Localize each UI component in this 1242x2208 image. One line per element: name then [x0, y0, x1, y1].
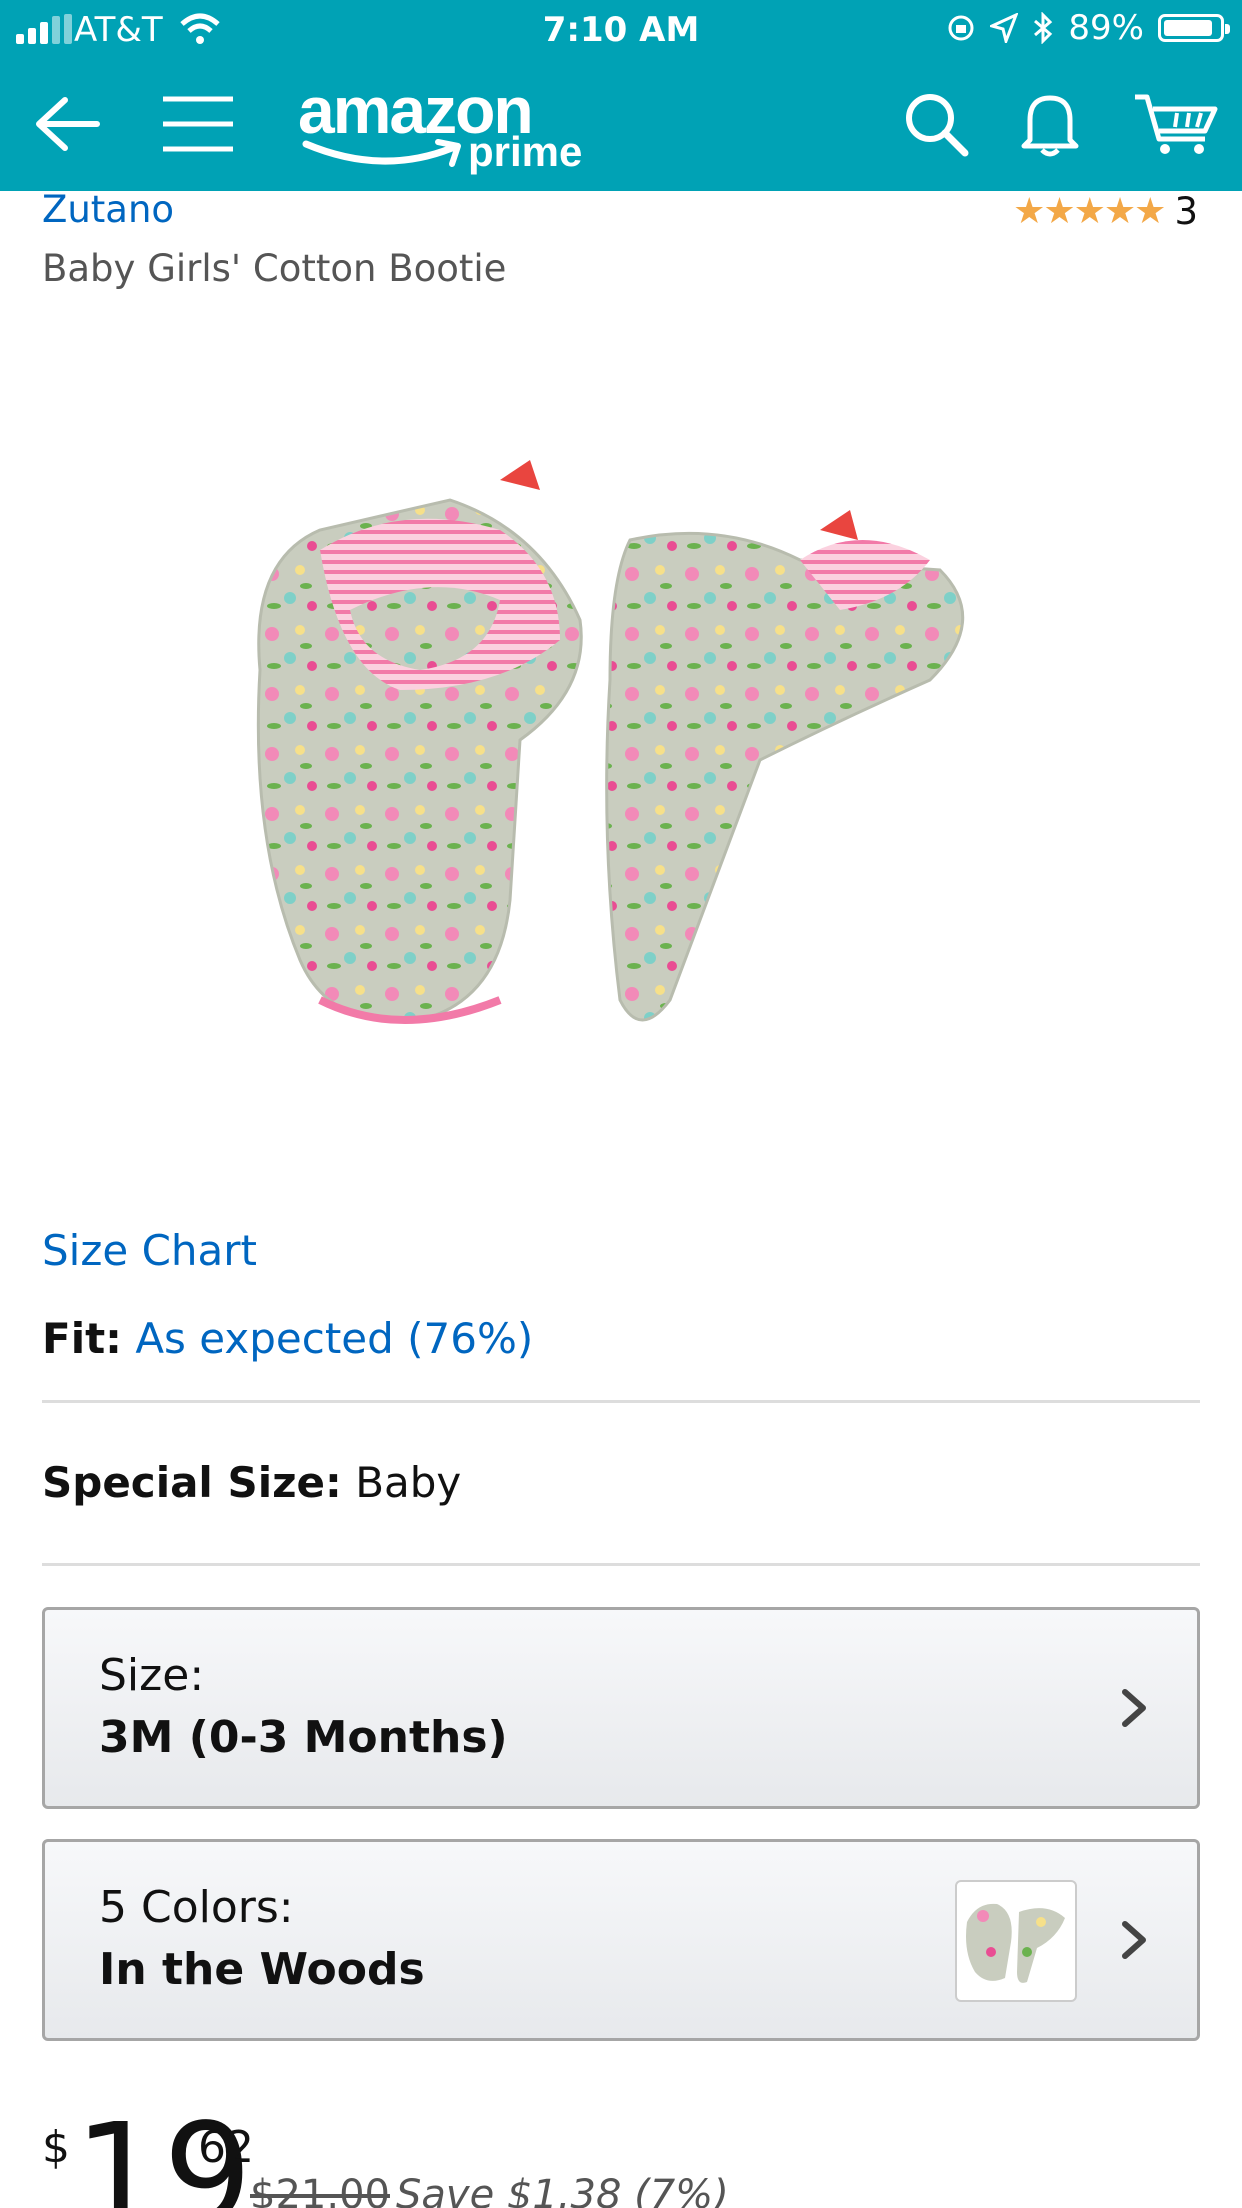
special-size-value: Baby: [355, 1458, 462, 1507]
chevron-right-icon: [1122, 1689, 1146, 1727]
bluetooth-icon: [1034, 12, 1053, 44]
size-value: 3M (0-3 Months): [99, 1712, 508, 1763]
product-image[interactable]: [200, 440, 1060, 1060]
savings-text: Save $1.38 (7%): [396, 2172, 729, 2208]
smile-icon: [302, 139, 461, 167]
size-selector-button[interactable]: Size: 3M (0-3 Months): [42, 1607, 1200, 1809]
rating[interactable]: ★★★★★ 3: [1013, 190, 1198, 233]
list-price: $21.00: [250, 2172, 390, 2208]
menu-icon[interactable]: [158, 84, 238, 164]
special-size-label: Special Size:: [42, 1458, 342, 1507]
rating-count: 3: [1174, 190, 1198, 233]
colors-label: 5 Colors:: [99, 1882, 294, 1933]
price-block: $ 19 62 $21.00 Save $1.38 (7%): [42, 2110, 1200, 2208]
battery-icon: [1158, 14, 1230, 42]
nav-bar: amazon prime: [0, 62, 1242, 191]
special-size-row: Special Size: Baby: [42, 1458, 461, 1507]
cart-icon[interactable]: [1126, 84, 1226, 164]
size-chart-link[interactable]: Size Chart: [42, 1226, 257, 1275]
bell-icon[interactable]: [1010, 84, 1090, 164]
amazon-prime-logo[interactable]: amazon prime: [298, 72, 618, 175]
status-bar: AT&T 7:10 AM 89%: [0, 0, 1242, 62]
status-right: 89%: [946, 8, 1230, 48]
price-fraction: 62: [198, 2122, 254, 2173]
app-header: AT&T 7:10 AM 89% amazon prime: [0, 0, 1242, 191]
search-icon[interactable]: [896, 84, 976, 164]
battery-percent: 89%: [1068, 8, 1144, 48]
color-swatch-thumbnail: [955, 1880, 1077, 2002]
price-currency: $: [42, 2122, 70, 2173]
fit-value-link[interactable]: As expected (76%): [135, 1314, 533, 1363]
chevron-right-icon: [1122, 1921, 1146, 1959]
product-title: Baby Girls' Cotton Bootie: [42, 247, 507, 290]
fit-label: Fit:: [42, 1314, 122, 1363]
location-icon: [990, 13, 1019, 43]
colors-value: In the Woods: [99, 1944, 425, 1995]
color-selector-button[interactable]: 5 Colors: In the Woods: [42, 1839, 1200, 2041]
divider: [42, 1400, 1200, 1403]
fit-row: Fit: As expected (76%): [42, 1314, 533, 1363]
battery-fill: [1164, 20, 1212, 36]
divider: [42, 1563, 1200, 1566]
orientation-lock-icon: [948, 15, 974, 41]
back-arrow-icon[interactable]: [26, 84, 106, 164]
brand-link[interactable]: Zutano: [42, 188, 174, 231]
size-label: Size:: [99, 1650, 205, 1701]
logo-sub: prime: [468, 128, 583, 175]
rating-stars: ★★★★★: [1013, 191, 1166, 232]
